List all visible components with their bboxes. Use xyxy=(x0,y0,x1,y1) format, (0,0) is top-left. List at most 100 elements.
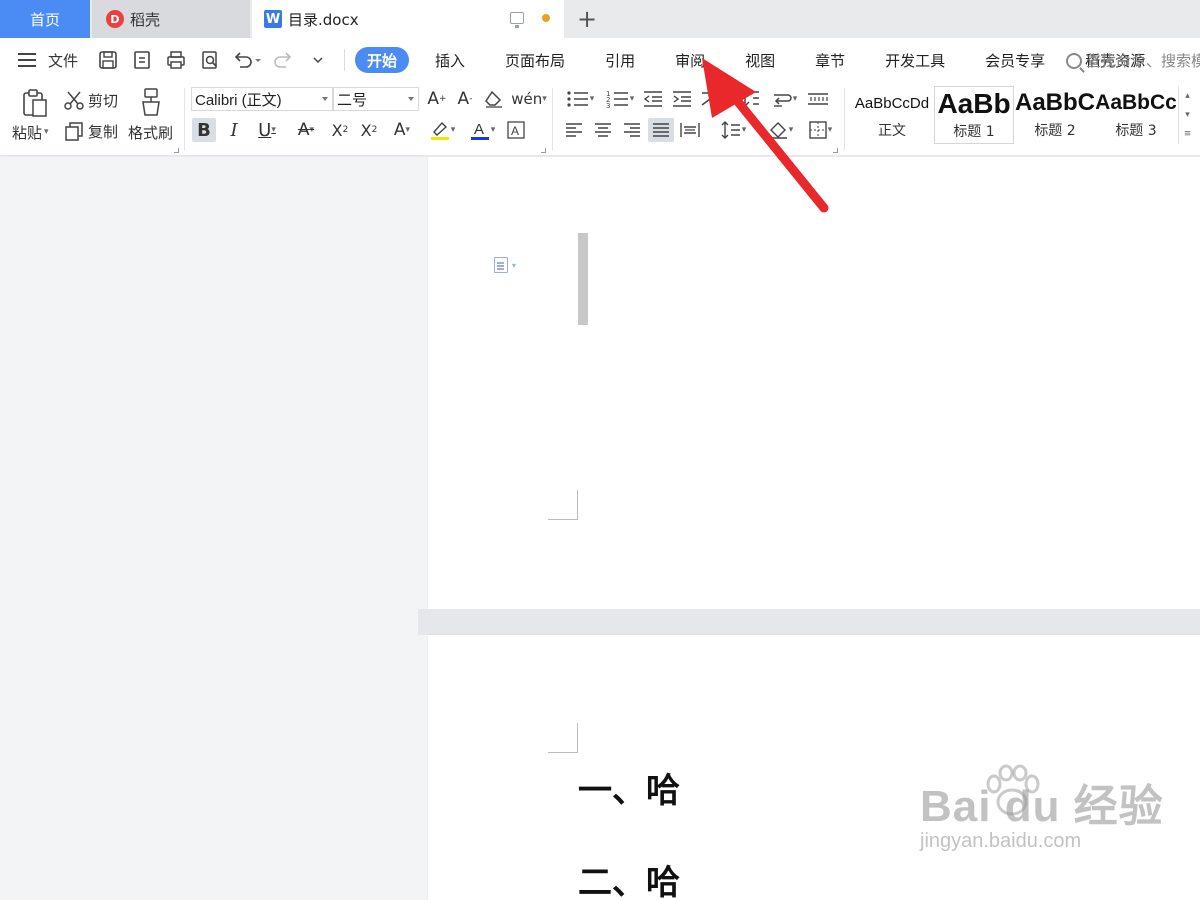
shading-icon[interactable]: ▾ xyxy=(762,118,798,142)
style-heading-2[interactable]: AaBbC 标题 2 xyxy=(1015,86,1095,144)
tab-daoke[interactable]: D 稻壳 xyxy=(92,0,250,38)
file-menu[interactable]: 文件 xyxy=(48,50,78,71)
underline-icon[interactable]: U ▾ xyxy=(250,118,284,142)
document-page-2[interactable]: 一、哈 二、哈 xyxy=(428,635,1200,900)
tab-review[interactable]: 审阅 xyxy=(655,47,725,73)
plus-icon: + xyxy=(576,5,598,33)
monitor-icon[interactable] xyxy=(510,12,524,28)
highlight-color-icon[interactable]: ▾ xyxy=(424,118,460,142)
expand-gallery-icon[interactable]: ≡ xyxy=(1184,129,1192,139)
phonetic-guide-icon[interactable]: wén ▾ xyxy=(511,87,547,111)
tab-page-layout[interactable]: 页面布局 xyxy=(485,47,585,73)
chevron-up-icon[interactable]: ▴ xyxy=(1185,91,1190,101)
customize-quick-access-icon[interactable] xyxy=(304,46,332,74)
font-size-select[interactable]: 二号 xyxy=(333,87,419,111)
save-icon[interactable] xyxy=(94,46,122,74)
format-painter-button[interactable]: 格式刷 xyxy=(128,122,173,142)
tab-home[interactable]: 首页 xyxy=(0,0,90,38)
numbered-list-icon[interactable]: 1 2 3 ▾ xyxy=(602,87,638,111)
paste-icon[interactable] xyxy=(20,88,50,118)
distributed-align-icon[interactable] xyxy=(678,118,702,142)
paste-button[interactable]: 粘贴 ▾ xyxy=(12,122,49,142)
document-page-1[interactable]: ▾ xyxy=(428,157,1200,609)
show-hide-marks-icon[interactable]: ▾ xyxy=(766,87,802,111)
borders-icon[interactable]: ▾ xyxy=(802,118,838,142)
page-separator xyxy=(418,609,1200,635)
print-icon[interactable] xyxy=(162,46,190,74)
font-color-icon[interactable]: A ▾ xyxy=(464,118,500,142)
italic-icon[interactable]: I xyxy=(222,118,246,142)
tab-bar: 首页 D 稻壳 W 目录.docx + xyxy=(0,0,1200,38)
tab-start[interactable]: 开始 xyxy=(355,47,410,73)
copy-button[interactable]: 复制 xyxy=(88,121,118,141)
align-right-icon[interactable] xyxy=(620,118,644,142)
superscript-icon[interactable]: X2 xyxy=(328,118,352,142)
tab-developer-tools[interactable]: 开发工具 xyxy=(865,47,965,73)
style-normal[interactable]: AaBbCcDd 正文 xyxy=(852,86,932,144)
chinese-layout-icon[interactable] xyxy=(698,87,722,111)
style-gallery-scroll[interactable]: ▴ ▾ ≡ xyxy=(1178,86,1196,144)
print-preview-icon[interactable] xyxy=(196,46,224,74)
increase-indent-icon[interactable] xyxy=(670,87,694,111)
align-center-icon[interactable] xyxy=(591,118,615,142)
hamburger-menu-icon[interactable] xyxy=(18,53,36,67)
copy-icon[interactable] xyxy=(62,119,86,143)
sort-icon[interactable] xyxy=(738,87,762,111)
style-heading-3-sample: AaBbCc xyxy=(1096,91,1176,114)
style-heading-3[interactable]: AaBbCc 标题 3 xyxy=(1096,86,1176,144)
subscript-icon[interactable]: X2 xyxy=(357,118,381,142)
style-normal-sample: AaBbCcDd xyxy=(854,94,930,112)
strikethrough-icon[interactable]: A ▾ xyxy=(289,118,323,142)
style-heading-3-name: 标题 3 xyxy=(1115,123,1157,139)
bold-icon[interactable]: B xyxy=(192,118,216,142)
daoke-logo-icon: D xyxy=(106,10,124,28)
chevron-down-icon[interactable]: ▾ xyxy=(1185,110,1190,120)
tab-document-label: 目录.docx xyxy=(288,10,359,29)
chevron-down-icon xyxy=(408,97,414,101)
tab-member-exclusive[interactable]: 会员专享 xyxy=(965,47,1065,73)
font-name-select[interactable]: Calibri (正文) xyxy=(191,87,333,111)
text-effect-icon[interactable]: A ▾ xyxy=(386,118,418,142)
character-border-icon[interactable]: A xyxy=(504,118,528,142)
new-tab-button[interactable]: + xyxy=(570,0,604,38)
decrease-indent-icon[interactable] xyxy=(641,87,665,111)
tab-references[interactable]: 引用 xyxy=(585,47,655,73)
crop-mark xyxy=(548,490,578,520)
cut-icon[interactable] xyxy=(62,88,86,112)
style-heading-1[interactable]: AaBb 标题 1 xyxy=(934,86,1014,144)
font-dialog-launcher[interactable] xyxy=(541,148,546,153)
paragraph-handle[interactable]: ▾ xyxy=(494,257,516,273)
line-spacing-icon[interactable]: ▾ xyxy=(716,118,750,142)
bullet-list-icon[interactable]: ▾ xyxy=(562,87,598,111)
paragraph-dialog-launcher[interactable] xyxy=(833,148,838,153)
decrease-font-size-icon[interactable]: A- xyxy=(453,87,477,111)
redo-icon[interactable] xyxy=(270,46,298,74)
cut-button[interactable]: 剪切 xyxy=(88,90,118,110)
heading-1[interactable]: 一、哈 xyxy=(578,763,680,812)
heading-2[interactable]: 二、哈 xyxy=(578,855,680,900)
tab-view[interactable]: 视图 xyxy=(725,47,795,73)
style-heading-1-name: 标题 1 xyxy=(953,124,995,140)
search-icon xyxy=(1066,52,1082,69)
style-heading-2-name: 标题 2 xyxy=(1034,123,1076,139)
chevron-down-icon xyxy=(322,97,328,101)
align-left-icon[interactable] xyxy=(562,118,586,142)
svg-text:A: A xyxy=(511,124,519,138)
increase-font-size-icon[interactable]: A + xyxy=(425,87,449,111)
tab-insert[interactable]: 插入 xyxy=(415,47,485,73)
command-search[interactable]: 查找命令、搜索模板 xyxy=(1066,50,1200,71)
tab-ruler-icon[interactable] xyxy=(806,87,830,111)
tab-daoke-label: 稻壳 xyxy=(130,10,161,29)
justify-icon[interactable] xyxy=(648,118,674,142)
undo-icon[interactable] xyxy=(230,46,264,74)
baidu-watermark: Bai du 经验 jingyan.baidu.com xyxy=(920,764,1164,853)
text-cursor-highlight xyxy=(578,233,588,325)
chevron-down-icon: ▾ xyxy=(512,260,517,270)
clear-format-icon[interactable] xyxy=(482,87,506,111)
font-name-value: Calibri (正文) xyxy=(195,91,282,109)
tab-document[interactable]: W 目录.docx xyxy=(252,0,564,38)
export-pdf-icon[interactable] xyxy=(128,46,156,74)
clipboard-dialog-launcher[interactable] xyxy=(174,148,179,153)
tab-chapter[interactable]: 章节 xyxy=(795,47,865,73)
format-painter-icon[interactable] xyxy=(137,86,165,118)
